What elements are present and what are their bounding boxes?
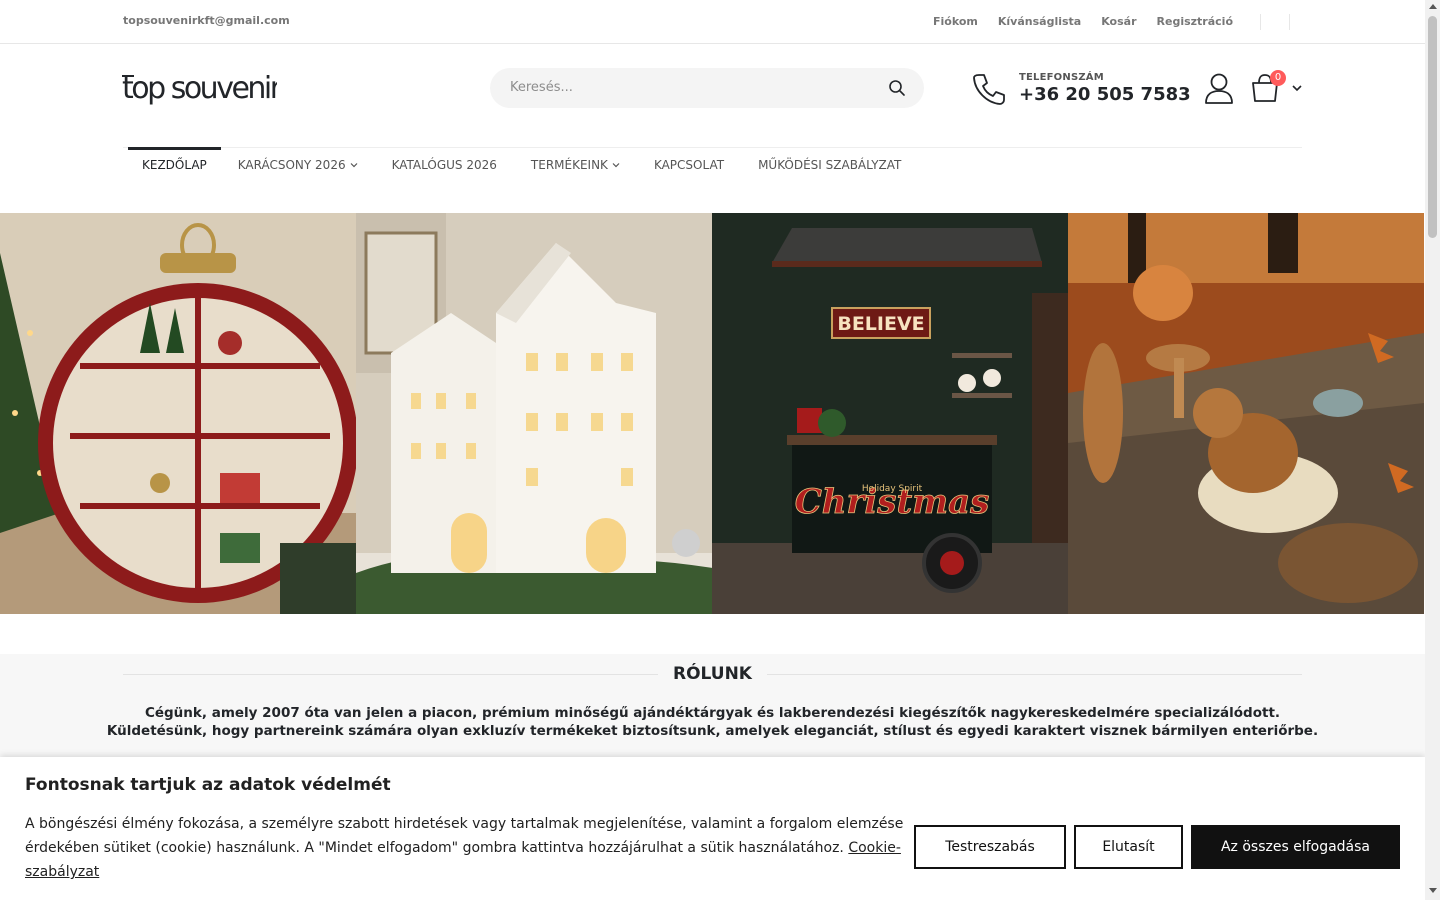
- nav-label: TERMÉKEINK: [530, 158, 608, 172]
- scroll-down-arrow[interactable]: [1429, 888, 1437, 893]
- chevron-down-icon: [350, 163, 358, 168]
- nav-label: MŰKÖDÉSI SZABÁLYZAT: [758, 158, 902, 172]
- main-nav: KEZDŐLAP KARÁCSONY 2026 KATALÓGUS 2026 T…: [128, 147, 918, 180]
- nav-item-terms[interactable]: MŰKÖDÉSI SZABÁLYZAT: [741, 147, 918, 180]
- about-text-line1: Cégünk, amely 2007 óta van jelen a piaco…: [144, 705, 1281, 721]
- search-icon[interactable]: [888, 79, 906, 97]
- nav-label: KATALÓGUS 2026: [391, 158, 497, 172]
- link-wishlist[interactable]: Kívánságlista: [998, 15, 1081, 28]
- contact-email[interactable]: topsouvenirkft@gmail.com: [123, 14, 290, 27]
- phone-icon: [973, 74, 1005, 105]
- nav-item-contact[interactable]: KAPCSOLAT: [637, 147, 741, 180]
- reject-button[interactable]: Elutasít: [1074, 825, 1183, 869]
- banner-grid: BELIEVE Christmas Holiday Spirit: [0, 213, 1425, 614]
- page-scrollbar[interactable]: [1425, 0, 1440, 900]
- cart-count-badge: 0: [1270, 70, 1286, 86]
- cookie-description: A böngészési élmény fokozása, a személyr…: [25, 812, 905, 884]
- nav-label: KEZDŐLAP: [142, 158, 207, 172]
- banner-image: [356, 213, 712, 614]
- believe-sign-text: BELIEVE: [837, 313, 924, 335]
- topbar-divider: [1289, 14, 1290, 30]
- topbar-divider: [1260, 14, 1261, 30]
- cookie-title: Fontosnak tartjuk az adatok védelmét: [25, 775, 391, 795]
- about-text-line2: Küldetésünk, hogy partnereink számára ol…: [106, 723, 1319, 739]
- nav-item-home[interactable]: KEZDŐLAP: [128, 147, 221, 180]
- account-links: Fiókom Kívánságlista Kosár Regisztráció: [933, 15, 1233, 28]
- site-logo[interactable]: top souvenir: [122, 66, 277, 110]
- chevron-down-icon: [612, 163, 620, 168]
- user-icon[interactable]: [1204, 72, 1234, 104]
- page: topsouvenirkft@gmail.com Fiókom Kívánság…: [0, 0, 1425, 900]
- cookie-text: A böngészési élmény fokozása, a személyr…: [25, 816, 904, 856]
- nav-label: KAPCSOLAT: [653, 158, 725, 172]
- phone-label: TELEFONSZÁM: [1019, 72, 1104, 83]
- banner-image: BELIEVE Christmas Holiday Spirit: [712, 213, 1068, 614]
- banner-image: [0, 213, 356, 614]
- nav-item-christmas[interactable]: KARÁCSONY 2026: [221, 147, 375, 180]
- search-bar[interactable]: Keresés...: [490, 68, 924, 108]
- banner-christmas-cart[interactable]: BELIEVE Christmas Holiday Spirit: [712, 213, 1068, 614]
- cookie-consent-banner: Fontosnak tartjuk az adatok védelmét A b…: [0, 757, 1425, 900]
- banner-white-houses[interactable]: [356, 213, 712, 614]
- scroll-up-arrow[interactable]: [1429, 4, 1437, 9]
- link-cart[interactable]: Kosár: [1101, 15, 1136, 28]
- top-bar: topsouvenirkft@gmail.com Fiókom Kívánság…: [0, 0, 1425, 44]
- link-my-account[interactable]: Fiókom: [933, 15, 978, 28]
- banner-christmas-shelf[interactable]: [0, 213, 356, 614]
- search-input[interactable]: Keresés...: [510, 80, 573, 95]
- nav-label: KARÁCSONY 2026: [237, 158, 346, 172]
- link-register[interactable]: Regisztráció: [1157, 15, 1233, 28]
- chevron-down-icon[interactable]: [1290, 81, 1304, 95]
- customize-button[interactable]: Testreszabás: [914, 825, 1066, 869]
- scrollbar-thumb[interactable]: [1428, 16, 1437, 238]
- logo-mark: [122, 75, 134, 77]
- banner-autumn[interactable]: [1068, 213, 1424, 614]
- phone-number[interactable]: +36 20 505 7583: [1019, 84, 1191, 105]
- about-title: RÓLUNK: [673, 664, 752, 684]
- logo-text: top souvenir: [122, 71, 277, 106]
- banner-image: [1068, 213, 1424, 614]
- nav-item-products[interactable]: TERMÉKEINK: [514, 147, 637, 180]
- holiday-sign-text: Holiday Spirit: [862, 484, 923, 494]
- accept-all-button[interactable]: Az összes elfogadása: [1191, 825, 1400, 869]
- nav-item-catalog[interactable]: KATALÓGUS 2026: [375, 147, 514, 180]
